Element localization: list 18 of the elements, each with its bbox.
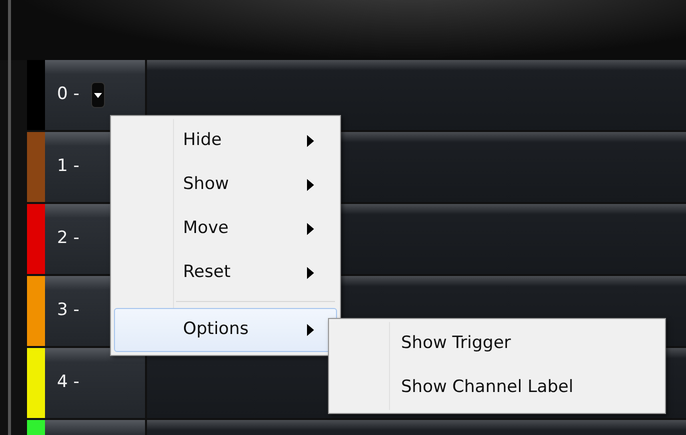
dropdown-button[interactable] [91,82,106,108]
menu-item[interactable]: Options [114,308,337,352]
channel-label: 2 - [57,227,80,250]
channel-label: 1 - [57,155,80,178]
menu-item[interactable]: Hide [114,119,337,163]
channel-label: 0 - [57,83,80,106]
menu-item[interactable]: Reset [114,251,337,295]
channel-label: 3 - [57,299,80,322]
submenu-arrow-icon [307,135,314,147]
channel-label: 4 - [57,371,80,394]
caret-icon [94,92,102,98]
submenu-arrow-icon [307,267,314,279]
submenu-arrow-icon [307,179,314,191]
submenu-arrow-icon [307,223,314,235]
menu-item[interactable]: Show [114,163,337,207]
menu-item[interactable]: Move [114,207,337,251]
menu-item[interactable]: Show Channel Label [332,366,662,410]
submenu-arrow-icon [307,324,314,336]
